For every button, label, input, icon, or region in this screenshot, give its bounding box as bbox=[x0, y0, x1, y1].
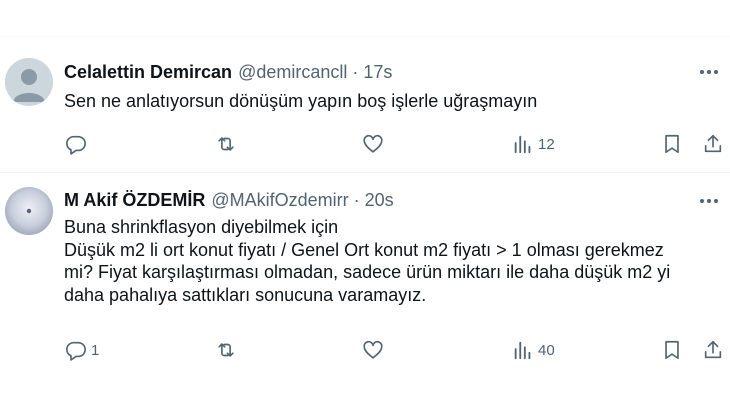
tweet-text-line: Buna shrinkflasyon diyebilmek için bbox=[64, 217, 339, 237]
like-button[interactable] bbox=[362, 338, 388, 362]
views-button[interactable]: 12 bbox=[512, 132, 555, 156]
reply-button[interactable]: 1 bbox=[65, 338, 99, 362]
views-chart-icon bbox=[514, 135, 531, 154]
tweet-header: Celalettin Demircan @demircancll · 17s bbox=[64, 62, 392, 83]
views-button[interactable]: 40 bbox=[512, 338, 555, 362]
bookmark-button[interactable] bbox=[661, 338, 683, 362]
bookmark-button[interactable] bbox=[661, 132, 683, 156]
tweet-text-line: mi? Fiyat karşılaştırması olmadan, sadec… bbox=[64, 262, 671, 282]
tweet[interactable]: M Akif ÖZDEMİR @MAkifOzdemirr · 20s Buna… bbox=[0, 173, 730, 373]
tweet-text-line: Sen ne anlatıyorsun dönüşüm yapın boş iş… bbox=[64, 91, 538, 111]
heart-icon bbox=[363, 340, 383, 359]
more-dots-icon bbox=[700, 70, 718, 74]
bookmark-icon bbox=[665, 340, 679, 360]
user-handle[interactable]: @demircancll bbox=[238, 62, 347, 83]
default-avatar-icon bbox=[5, 58, 53, 106]
timestamp[interactable]: 17s bbox=[363, 62, 392, 83]
reply-icon bbox=[66, 135, 86, 155]
heart-icon bbox=[363, 134, 383, 153]
views-chart-icon bbox=[514, 341, 531, 360]
tweet-header: M Akif ÖZDEMİR @MAkifOzdemirr · 20s bbox=[64, 190, 394, 211]
tweet-actions: 12 bbox=[0, 132, 730, 156]
display-name[interactable]: Celalettin Demircan bbox=[64, 62, 232, 83]
avatar[interactable] bbox=[5, 58, 53, 106]
more-options-button[interactable] bbox=[698, 191, 720, 211]
reply-count: 1 bbox=[91, 341, 100, 359]
tweet-actions: 1 40 bbox=[0, 338, 730, 362]
reply-icon bbox=[66, 341, 86, 361]
view-count: 40 bbox=[538, 341, 555, 359]
user-handle[interactable]: @MAkifOzdemirr bbox=[211, 190, 348, 211]
repost-button[interactable] bbox=[215, 132, 241, 156]
tweet[interactable]: Celalettin Demircan @demircancll · 17s S… bbox=[0, 36, 730, 172]
bookmark-icon bbox=[665, 134, 679, 154]
reply-button[interactable] bbox=[65, 132, 91, 156]
avatar[interactable] bbox=[5, 187, 53, 235]
view-count: 12 bbox=[538, 135, 555, 153]
repost-icon bbox=[218, 343, 234, 357]
separator: · bbox=[353, 190, 360, 210]
tweet-text-line: daha pahalıya sattıkları sonucuna varama… bbox=[64, 284, 427, 305]
like-button[interactable] bbox=[362, 132, 388, 156]
repost-icon bbox=[218, 137, 234, 151]
share-icon bbox=[704, 340, 722, 359]
tweet-text-line: Düşük m2 li ort konut fiyatı / Genel Ort… bbox=[64, 239, 664, 260]
share-icon bbox=[704, 134, 722, 153]
more-dots-icon bbox=[700, 199, 718, 203]
display-name[interactable]: M Akif ÖZDEMİR bbox=[64, 190, 205, 211]
repost-button[interactable] bbox=[215, 338, 241, 362]
tweet-text: Sen ne anlatıyorsun dönüşüm yapın boş iş… bbox=[64, 90, 537, 113]
share-button[interactable] bbox=[702, 338, 724, 362]
tweet-text: Buna shrinkflasyon diyebilmek için Düşük… bbox=[64, 216, 670, 306]
timestamp[interactable]: 20s bbox=[365, 190, 394, 211]
separator: · bbox=[352, 62, 359, 82]
share-button[interactable] bbox=[702, 132, 724, 156]
profile-photo-icon bbox=[5, 187, 53, 235]
more-options-button[interactable] bbox=[698, 62, 720, 82]
